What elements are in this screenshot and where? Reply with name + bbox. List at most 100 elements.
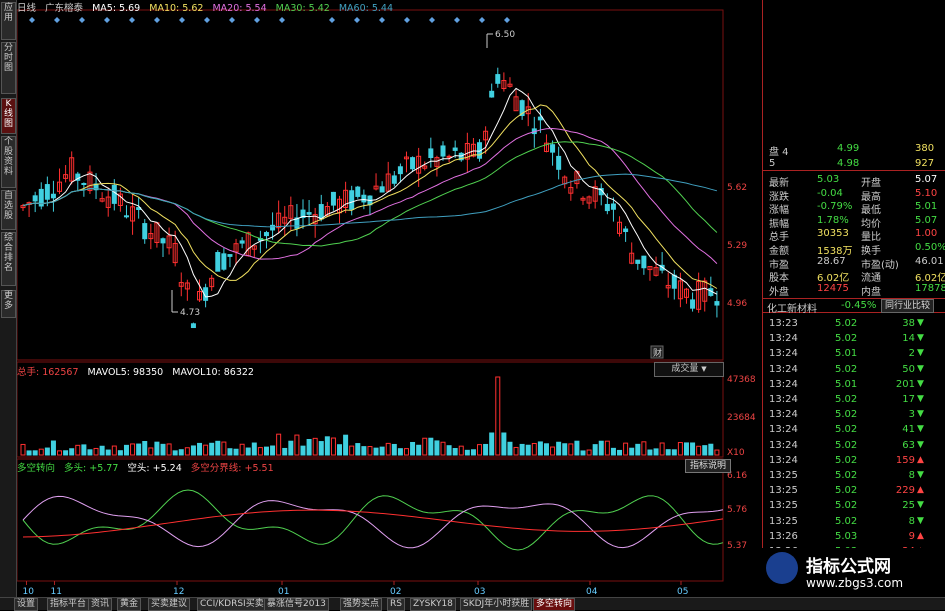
info-diamond-icon[interactable]: [79, 17, 85, 23]
bottom-tab-2[interactable]: 资讯: [88, 598, 113, 611]
info-diamond-icon[interactable]: [154, 17, 160, 23]
volume-bar: [32, 450, 38, 456]
stat-value: 12475: [817, 282, 849, 294]
left-tab-4[interactable]: 自选股: [1, 190, 16, 230]
left-tab-3[interactable]: 个股资料: [1, 136, 16, 188]
left-tab-5[interactable]: 综合排名: [1, 232, 16, 286]
info-diamond-icon[interactable]: [504, 17, 510, 23]
tick-price: 5.03: [835, 530, 858, 542]
watermark-url: www.zbgs3.com: [806, 576, 904, 590]
tick-volume: 38: [902, 318, 915, 329]
candle-body: [671, 274, 677, 289]
volume-bar: [671, 449, 677, 456]
volume-bar: [306, 438, 312, 456]
volume-bar: [99, 445, 105, 456]
info-diamond-icon[interactable]: [454, 17, 460, 23]
info-diamond-icon[interactable]: [104, 17, 110, 23]
left-tab-0[interactable]: 应用: [1, 2, 16, 40]
info-diamond-icon[interactable]: [29, 17, 35, 23]
sector-change: -0.45%: [841, 300, 877, 311]
bottom-tab-1[interactable]: 指标平台: [47, 598, 90, 611]
bottom-tab-11[interactable]: 多空转向: [533, 598, 576, 611]
info-diamond-icon[interactable]: [404, 17, 410, 23]
bottom-tab-9[interactable]: ZYSKY18: [410, 598, 456, 611]
x-axis: 10 11 12 01 02 03 04 05: [23, 581, 688, 597]
bottom-tab-5[interactable]: CCI/KDRSI买卖: [197, 598, 267, 611]
candle-body: [227, 254, 233, 257]
bottom-tab-7[interactable]: 强势买点: [340, 598, 383, 611]
low-price-label: 4.73: [180, 308, 200, 318]
industry-compare-button[interactable]: 同行业比较: [881, 299, 935, 313]
info-diamond-icon[interactable]: [329, 17, 335, 23]
volume-bar: [294, 434, 300, 456]
tick-volume: 63: [902, 439, 915, 451]
arrow-down-icon: ▼: [917, 500, 924, 511]
candle-body: [410, 157, 416, 170]
chart-area[interactable]: 6.50 4.73 5.62 5.29 4.96 47368 23684 X10…: [16, 0, 762, 597]
volume-bar: [330, 437, 336, 456]
candlestick-series: [20, 67, 720, 329]
tick-time: 13:24: [769, 439, 798, 451]
stat-value: 17878: [915, 282, 945, 294]
sector-name[interactable]: 化工新材料: [767, 300, 817, 315]
x-tick-label: 12: [173, 587, 184, 597]
volume-bar: [239, 443, 245, 456]
tick-volume: 2: [908, 348, 915, 360]
candle-body: [452, 147, 458, 151]
volume-bar: [665, 449, 671, 456]
volume-bar: [683, 442, 689, 456]
tick-row: 13:23 5.02 38 ▼: [767, 318, 945, 330]
watermark-title: 指标公式网: [806, 557, 891, 577]
volume-bar: [604, 440, 610, 456]
info-diamond-icon[interactable]: [129, 17, 135, 23]
bottom-tab-10[interactable]: SKDJ年小时获胜: [460, 598, 533, 611]
info-diamond-icon[interactable]: [179, 17, 185, 23]
bottom-tab-bar: 设置 指标平台 资讯 黄金 买卖建议 CCI/KDRSI买卖 暴涨信号2013 强势买点 RS Z…: [0, 597, 945, 611]
info-diamond-icon[interactable]: [204, 17, 210, 23]
candle-body: [604, 203, 610, 212]
volume-bar: [562, 443, 568, 456]
bottom-tab-3[interactable]: 黄金: [117, 598, 142, 611]
candle-body: [215, 252, 221, 272]
volume-bar: [93, 447, 99, 456]
info-diamond-markers[interactable]: [29, 17, 510, 23]
volume-ma5: MAVOL5: 98350: [87, 367, 164, 378]
left-tab-6[interactable]: 更多: [1, 290, 16, 318]
left-tab-1[interactable]: 分时图: [1, 42, 16, 94]
bottom-tab-0[interactable]: 设置: [14, 598, 39, 611]
volume-bar: [111, 445, 117, 456]
info-diamond-icon[interactable]: [429, 17, 435, 23]
left-tab-2[interactable]: K线图: [1, 98, 16, 134]
logo-circle-icon: [766, 552, 798, 584]
tick-price: 5.01: [835, 378, 858, 390]
tick-price: 5.02: [835, 500, 858, 512]
arrow-down-icon: ▼: [917, 363, 924, 374]
stat-value: 46.01: [915, 255, 944, 267]
indicator-help-button[interactable]: 指标说明: [685, 459, 731, 473]
volume-bar: [397, 448, 403, 456]
volume-bar: [477, 444, 483, 456]
info-diamond-icon[interactable]: [479, 17, 485, 23]
chevron-down-icon: ▼: [701, 365, 707, 373]
kline-chart-svg[interactable]: 6.50 4.73 5.62 5.29 4.96 47368 23684 X10…: [16, 0, 762, 597]
tick-time: 13:25: [769, 515, 798, 527]
bottom-tab-4[interactable]: 买卖建议: [148, 598, 191, 611]
info-diamond-icon[interactable]: [254, 17, 260, 23]
finance-event-icon[interactable]: 财: [653, 347, 662, 359]
info-diamond-icon[interactable]: [229, 17, 235, 23]
quote-panel: 盘 4 4.99 380 5 4.98 927 最新 5.03 开盘 5.07 涨跌 -0.04 最高 5…: [762, 0, 945, 597]
info-diamond-icon[interactable]: [354, 17, 360, 23]
watermark-logo: 指标公式网 www.zbgs3.com: [752, 548, 945, 597]
moving-average-lines: [22, 87, 718, 298]
info-diamond-icon[interactable]: [279, 17, 285, 23]
info-diamond-icon[interactable]: [54, 17, 60, 23]
ma60-label: MA60: 5.44: [338, 3, 394, 14]
bottom-tab-8[interactable]: RS: [387, 598, 405, 611]
indicator-dropdown[interactable]: 成交量 ▼: [654, 362, 724, 377]
candle-body: [306, 212, 312, 215]
bottom-tab-6[interactable]: 暴涨信号2013: [264, 598, 329, 611]
tick-row: 13:24 5.01 2 ▼: [767, 348, 945, 360]
info-diamond-icon[interactable]: [379, 17, 385, 23]
book-label: 5: [769, 158, 776, 169]
indicator-long: 多头: +5.77: [64, 463, 119, 474]
